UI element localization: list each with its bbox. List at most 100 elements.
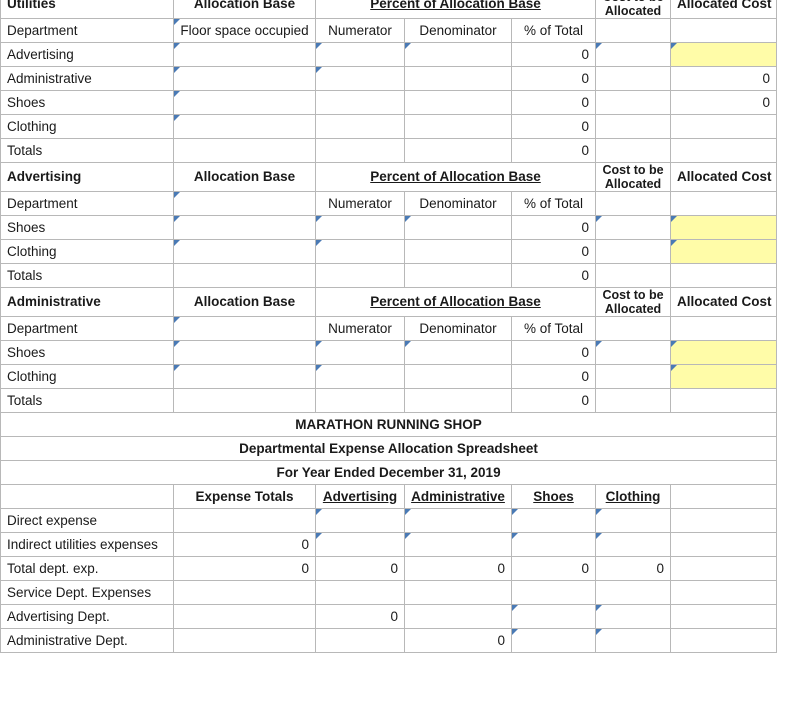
input-denominator-shoes-administrative[interactable] bbox=[404, 340, 512, 365]
cell-cost-administrative-utilities[interactable] bbox=[595, 66, 672, 91]
input-advertising-dept-clothing[interactable] bbox=[595, 604, 672, 629]
totals-label-administrative: Totals bbox=[0, 388, 174, 413]
section-title-advertising: Advertising bbox=[0, 162, 174, 192]
input-numerator-shoes-advertising[interactable] bbox=[315, 215, 405, 240]
input-allocation-base-description-advertising[interactable] bbox=[173, 191, 316, 216]
input-denominator-shoes-advertising[interactable] bbox=[404, 215, 512, 240]
input-direct-expense-clothing[interactable] bbox=[595, 508, 672, 533]
totals-allocated-utilities bbox=[670, 138, 778, 163]
input-allocation-base-description-administrative[interactable] bbox=[173, 316, 316, 341]
label-department-administrative: Department bbox=[0, 316, 174, 341]
header-percent-of-allocation-base-utilities: Percent of Allocation Base bbox=[314, 0, 597, 19]
input-indirect-utilities-advertising[interactable] bbox=[315, 532, 405, 557]
input-indirect-utilities-clothing[interactable] bbox=[595, 532, 672, 557]
input-allocated-clothing-advertising[interactable] bbox=[670, 239, 778, 264]
cell-denominator-clothing-advertising[interactable] bbox=[404, 239, 512, 264]
input-cost-shoes-administrative[interactable] bbox=[595, 340, 672, 365]
row-label-shoes-administrative: Shoes bbox=[0, 340, 174, 365]
header-percent-of-allocation-base-administrative: Percent of Allocation Base bbox=[314, 287, 597, 317]
input-base-advertising-utilities[interactable] bbox=[173, 42, 316, 67]
summary-advertising-dept-totals bbox=[173, 604, 316, 629]
input-base-shoes-utilities[interactable] bbox=[173, 90, 316, 115]
header-cost-to-be-allocated-administrative: Cost to be Allocated bbox=[595, 287, 672, 317]
input-numerator-clothing-advertising[interactable] bbox=[315, 239, 405, 264]
input-direct-expense-administrative[interactable] bbox=[404, 508, 512, 533]
input-base-administrative-utilities[interactable] bbox=[173, 66, 316, 91]
value-pct-advertising-utilities: 0 bbox=[510, 42, 597, 67]
label-denominator-administrative: Denominator bbox=[404, 316, 512, 341]
input-numerator-advertising-utilities[interactable] bbox=[315, 42, 405, 67]
input-numerator-administrative-utilities[interactable] bbox=[315, 66, 405, 91]
cell-denominator-shoes-utilities[interactable] bbox=[404, 90, 512, 115]
header-allocated-cost-advertising: Allocated Cost bbox=[670, 162, 778, 192]
input-allocation-base-description-utilities[interactable]: Floor space occupied bbox=[173, 18, 316, 43]
label-percent-of-total-advertising: % of Total bbox=[510, 191, 597, 216]
cell-denominator-administrative-utilities[interactable] bbox=[404, 66, 512, 91]
input-base-clothing-administrative[interactable] bbox=[173, 364, 316, 389]
input-base-clothing-advertising[interactable] bbox=[173, 239, 316, 264]
summary-header-spacer bbox=[670, 484, 778, 509]
summary-service-dept-totals bbox=[173, 580, 316, 605]
summary-service-dept-administrative bbox=[404, 580, 512, 605]
table-row: Direct expense bbox=[0, 508, 778, 533]
summary-service-dept-clothing bbox=[595, 580, 672, 605]
cell-denominator-clothing-utilities[interactable] bbox=[404, 114, 512, 139]
header-allocated-cost-administrative: Allocated Cost bbox=[670, 287, 778, 317]
cell-numerator-clothing-utilities[interactable] bbox=[315, 114, 405, 139]
section-title-administrative: Administrative bbox=[0, 287, 174, 317]
input-advertising-dept-shoes[interactable] bbox=[510, 604, 597, 629]
section-header-row-advertising: Advertising Allocation Base Percent of A… bbox=[0, 162, 778, 192]
cell-denominator-clothing-administrative[interactable] bbox=[404, 364, 512, 389]
cell-cost-clothing-administrative[interactable] bbox=[595, 364, 672, 389]
summary-direct-expense-spacer bbox=[670, 508, 778, 533]
input-base-shoes-advertising[interactable] bbox=[173, 215, 316, 240]
cell-cost-clothing-advertising[interactable] bbox=[595, 239, 672, 264]
section-header-row-administrative: Administrative Allocation Base Percent o… bbox=[0, 287, 778, 317]
input-administrative-dept-shoes[interactable] bbox=[510, 628, 597, 653]
input-direct-expense-shoes[interactable] bbox=[510, 508, 597, 533]
input-allocated-clothing-administrative[interactable] bbox=[670, 364, 778, 389]
summary-row-label-advertising-dept: Advertising Dept. bbox=[0, 604, 174, 629]
input-numerator-shoes-administrative[interactable] bbox=[315, 340, 405, 365]
cell-cost-shoes-utilities[interactable] bbox=[595, 90, 672, 115]
summary-advertising-dept-administrative bbox=[404, 604, 512, 629]
totals-base-administrative bbox=[173, 388, 316, 413]
allocation-spreadsheet: Utilities Allocation Base Percent of All… bbox=[0, 0, 778, 653]
label-percent-of-total-utilities: % of Total bbox=[510, 18, 597, 43]
section-header-row-utilities: Utilities Allocation Base Percent of All… bbox=[0, 0, 778, 19]
input-allocated-shoes-administrative[interactable] bbox=[670, 340, 778, 365]
totals-denominator-administrative bbox=[404, 388, 512, 413]
summary-direct-expense-totals[interactable] bbox=[173, 508, 316, 533]
table-row: Clothing 0 bbox=[0, 239, 778, 264]
cell-cost-clothing-utilities[interactable] bbox=[595, 114, 672, 139]
input-base-shoes-administrative[interactable] bbox=[173, 340, 316, 365]
summary-col-shoes: Shoes bbox=[510, 484, 597, 509]
input-indirect-utilities-administrative[interactable] bbox=[404, 532, 512, 557]
label-percent-of-total-administrative: % of Total bbox=[510, 316, 597, 341]
summary-row-label-direct-expense: Direct expense bbox=[0, 508, 174, 533]
totals-row-advertising: Totals 0 bbox=[0, 263, 778, 288]
row-label-clothing-utilities: Clothing bbox=[0, 114, 174, 139]
input-allocated-shoes-advertising[interactable] bbox=[670, 215, 778, 240]
input-base-clothing-utilities[interactable] bbox=[173, 114, 316, 139]
totals-denominator-utilities bbox=[404, 138, 512, 163]
input-direct-expense-advertising[interactable] bbox=[315, 508, 405, 533]
value-pct-clothing-administrative: 0 bbox=[510, 364, 597, 389]
input-cost-shoes-advertising[interactable] bbox=[595, 215, 672, 240]
input-cost-advertising-utilities[interactable] bbox=[595, 42, 672, 67]
header-cost-to-be-allocated-utilities: Cost to be Allocated bbox=[595, 0, 672, 19]
input-numerator-clothing-administrative[interactable] bbox=[315, 364, 405, 389]
cell-numerator-shoes-utilities[interactable] bbox=[315, 90, 405, 115]
value-pct-clothing-advertising: 0 bbox=[510, 239, 597, 264]
input-administrative-dept-clothing[interactable] bbox=[595, 628, 672, 653]
input-denominator-advertising-utilities[interactable] bbox=[404, 42, 512, 67]
totals-denominator-advertising bbox=[404, 263, 512, 288]
input-indirect-utilities-shoes[interactable] bbox=[510, 532, 597, 557]
report-company-row: MARATHON RUNNING SHOP bbox=[0, 412, 778, 437]
input-allocated-advertising-utilities[interactable] bbox=[670, 42, 778, 67]
summary-indirect-utilities-spacer bbox=[670, 532, 778, 557]
summary-indirect-utilities-totals[interactable]: 0 bbox=[173, 532, 316, 557]
summary-col-expense-totals: Expense Totals bbox=[173, 484, 316, 509]
table-row: Shoes 0 bbox=[0, 340, 778, 365]
label-department-advertising: Department bbox=[0, 191, 174, 216]
